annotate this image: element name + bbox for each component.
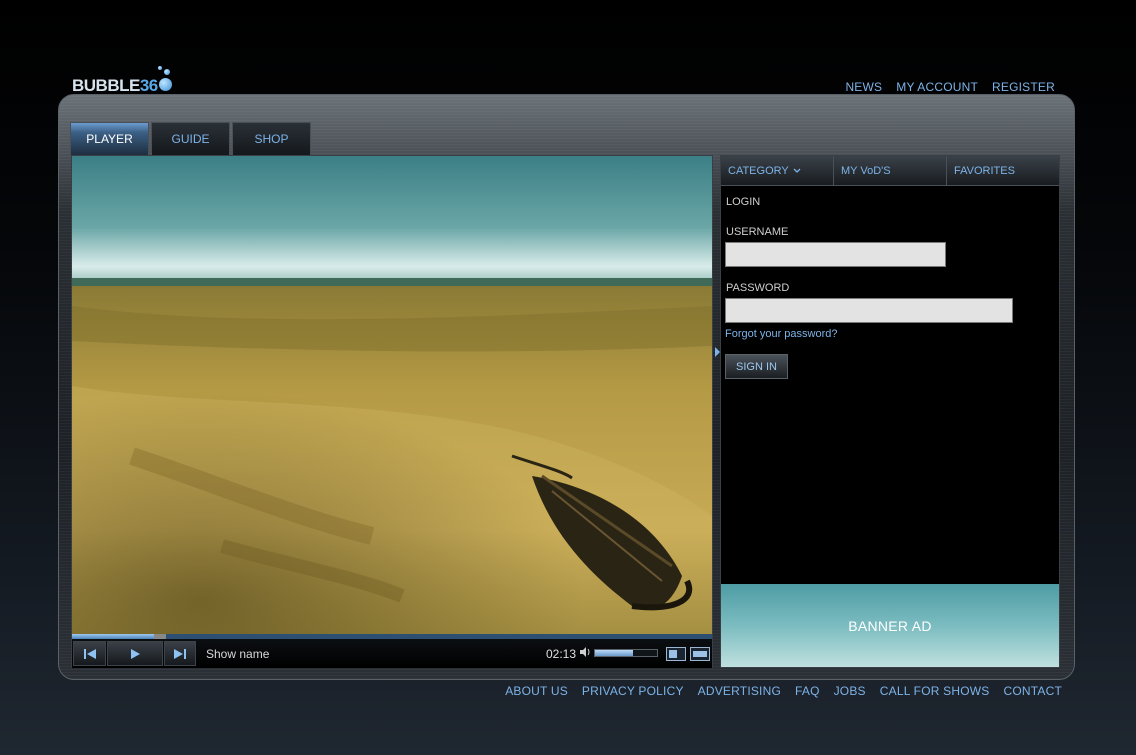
nav-register-link[interactable]: REGISTER (992, 80, 1055, 94)
small-screen-icon[interactable] (666, 647, 686, 661)
footer-navigation: ABOUT US PRIVACY POLICY ADVERTISING FAQ … (505, 684, 1062, 698)
footer-call-for-shows-link[interactable]: CALL FOR SHOWS (880, 684, 990, 698)
logo-bubble-icon (159, 78, 172, 91)
logo-bubble-small-icon (164, 69, 170, 75)
footer-privacy-policy-link[interactable]: PRIVACY POLICY (582, 684, 684, 698)
fullscreen-icon[interactable] (690, 647, 710, 661)
side-panel: CATEGORY MY VoD'S FAVORITES LOGIN USERNA… (720, 155, 1060, 668)
logo-wordmark: BUBBLE36 (72, 76, 158, 96)
next-button[interactable] (164, 641, 196, 666)
play-icon (131, 648, 140, 659)
footer-contact-link[interactable]: CONTACT (1003, 684, 1062, 698)
video-still-image (72, 156, 712, 634)
forgot-password-link[interactable]: Forgot your password? (725, 328, 838, 340)
playback-time: 02:13 (546, 647, 577, 661)
logo-text-main: BUBBLE (72, 76, 140, 95)
footer-faq-link[interactable]: FAQ (795, 684, 820, 698)
password-field[interactable] (725, 298, 1013, 323)
volume-slider[interactable] (594, 649, 658, 657)
sign-in-button[interactable]: SIGN IN (725, 354, 788, 379)
logo-bubble-tiny-icon (158, 66, 162, 70)
password-label: PASSWORD (726, 282, 790, 294)
previous-button[interactable] (73, 641, 106, 666)
logo-text-num: 36 (139, 76, 158, 95)
video-player: Show name 02:13 (71, 155, 713, 668)
nav-my-account-link[interactable]: MY ACCOUNT (896, 80, 978, 94)
volume-level-fill (595, 650, 634, 656)
video-frame[interactable] (72, 156, 712, 634)
username-field[interactable] (725, 242, 946, 267)
tab-player[interactable]: PLAYER (70, 122, 149, 155)
play-button[interactable] (107, 641, 163, 666)
nav-news-link[interactable]: NEWS (845, 80, 882, 94)
tab-favorites[interactable]: FAVORITES (947, 156, 1059, 186)
show-name-label: Show name (206, 646, 270, 661)
tab-shop[interactable]: SHOP (232, 122, 311, 155)
top-navigation: NEWS MY ACCOUNT REGISTER (845, 80, 1055, 94)
login-title: LOGIN (726, 196, 761, 208)
skip-forward-icon (174, 648, 186, 659)
main-tabs: PLAYER GUIDE SHOP (70, 122, 311, 155)
bubble360-logo[interactable]: BUBBLE36 (72, 66, 182, 96)
player-controls: Show name 02:13 (72, 639, 712, 668)
side-tabs: CATEGORY MY VoD'S FAVORITES (721, 156, 1059, 186)
footer-jobs-link[interactable]: JOBS (834, 684, 866, 698)
footer-advertising-link[interactable]: ADVERTISING (698, 684, 781, 698)
tab-my-vods[interactable]: MY VoD'S (834, 156, 947, 186)
footer-about-us-link[interactable]: ABOUT US (505, 684, 568, 698)
chevron-down-icon (793, 168, 801, 173)
banner-ad[interactable]: BANNER AD (721, 584, 1059, 667)
username-label: USERNAME (726, 226, 789, 238)
volume-icon[interactable] (579, 646, 591, 661)
tab-guide[interactable]: GUIDE (151, 122, 230, 155)
tab-category[interactable]: CATEGORY (721, 156, 834, 186)
tab-category-label: CATEGORY (728, 164, 789, 177)
banner-ad-label: BANNER AD (848, 617, 932, 634)
skip-back-icon (83, 648, 96, 659)
